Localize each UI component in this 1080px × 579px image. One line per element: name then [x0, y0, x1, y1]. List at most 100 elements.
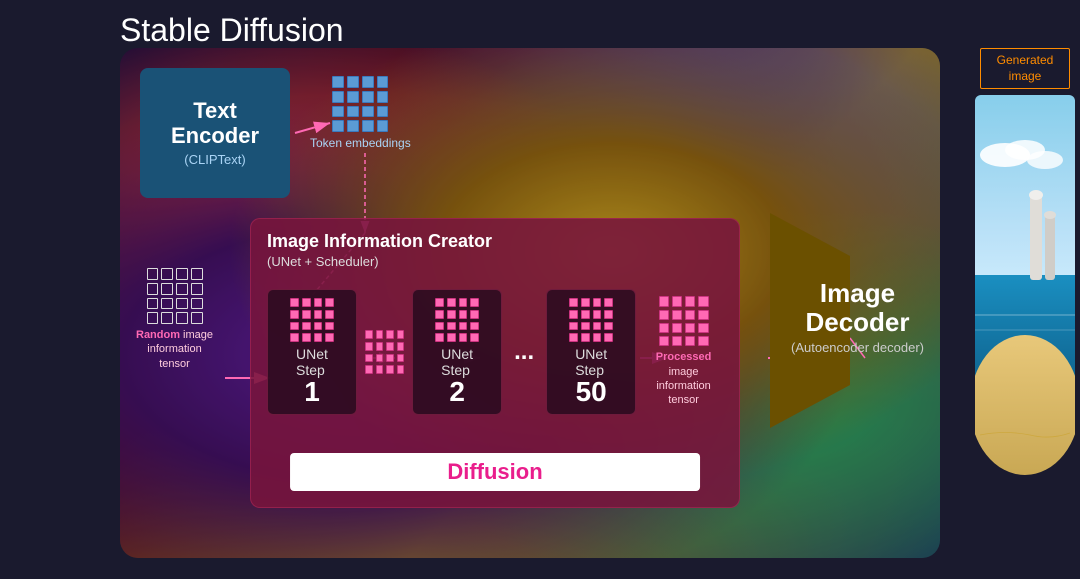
grid-cell	[147, 298, 159, 310]
grid-cell	[302, 322, 311, 331]
image-info-title: Image Information Creator	[251, 219, 739, 254]
grid-cell	[672, 310, 682, 320]
grid-cell	[302, 310, 311, 319]
grid-cell	[698, 323, 708, 333]
grid-cell	[397, 354, 405, 363]
grid-cell	[302, 298, 311, 307]
unet-step-1-num: 1	[304, 378, 320, 406]
grid-cell	[659, 296, 669, 306]
grid-cell	[191, 298, 203, 310]
grid-cell	[362, 76, 374, 88]
grid-cell	[161, 268, 173, 280]
grid-cell	[435, 322, 444, 331]
grid-cell	[314, 333, 323, 342]
grid-cell	[672, 296, 682, 306]
grid-cell	[685, 323, 695, 333]
grid-cell	[459, 333, 468, 342]
random-tensor-label: Random imageinformationtensor	[136, 328, 213, 371]
grid-cell	[569, 298, 578, 307]
grid-cell	[290, 310, 299, 319]
grid-cell	[459, 310, 468, 319]
generated-image	[975, 95, 1075, 475]
grid-cell	[314, 310, 323, 319]
generated-image-panel: Generated image	[970, 48, 1080, 475]
grid-cell	[604, 322, 613, 331]
grid-cell	[386, 342, 394, 351]
grid-cell	[659, 323, 669, 333]
page-title: Stable Diffusion	[120, 12, 344, 49]
grid-cell	[147, 268, 159, 280]
grid-cell	[376, 330, 384, 339]
grid-cell	[659, 336, 669, 346]
unet-step-2-num: 2	[449, 378, 465, 406]
grid-cell	[161, 312, 173, 324]
unet-step-2-label: UNetStep	[441, 346, 473, 378]
grid-cell	[581, 333, 590, 342]
grid-cell	[147, 283, 159, 295]
text-encoder-block: TextEncoder (CLIPText)	[140, 68, 290, 198]
grid-cell	[325, 322, 334, 331]
image-decoder-subtitle: (Autoencoder decoder)	[791, 340, 924, 357]
grid-cell	[377, 91, 389, 103]
grid-cell	[332, 120, 344, 132]
dots-separator: ...	[510, 338, 538, 366]
grid-cell	[569, 310, 578, 319]
processed-highlight: Processed	[656, 351, 712, 363]
grid-cell	[470, 333, 479, 342]
grid-cell	[698, 310, 708, 320]
grid-cell	[325, 298, 334, 307]
grid-cell	[698, 296, 708, 306]
grid-cell	[377, 120, 389, 132]
grid-cell	[459, 322, 468, 331]
grid-cell	[347, 120, 359, 132]
image-decoder-block: ImageDecoder (Autoencoder decoder)	[785, 208, 930, 428]
grid-cell	[698, 336, 708, 346]
grid-cell	[386, 330, 394, 339]
grid-cell	[397, 342, 405, 351]
grid-cell	[347, 91, 359, 103]
text-encoder-title: TextEncoder	[171, 99, 259, 147]
grid-cell	[593, 333, 602, 342]
grid-cell	[314, 322, 323, 331]
grid-cell	[685, 336, 695, 346]
unet-step-50-grid	[569, 298, 613, 342]
grid-cell	[593, 298, 602, 307]
unet-step-2-grid	[435, 298, 479, 342]
grid-cell	[314, 298, 323, 307]
grid-cell	[376, 354, 384, 363]
grid-cell	[191, 283, 203, 295]
grid-cell	[290, 298, 299, 307]
grid-cell	[435, 333, 444, 342]
grid-cell	[470, 298, 479, 307]
grid-cell	[685, 296, 695, 306]
grid-cell	[435, 298, 444, 307]
token-embed-label: Token embeddings	[310, 136, 411, 150]
image-info-creator: Image Information Creator (UNet + Schedu…	[250, 218, 740, 508]
grid-cell	[325, 333, 334, 342]
grid-cell	[447, 333, 456, 342]
grid-cell	[470, 310, 479, 319]
grid-cell	[459, 298, 468, 307]
generated-image-label: Generated image	[980, 48, 1070, 89]
grid-cell	[176, 298, 188, 310]
grid-cell	[176, 312, 188, 324]
unet-step-1: UNetStep 1	[267, 289, 357, 415]
grid-cell	[581, 322, 590, 331]
image-info-subtitle: (UNet + Scheduler)	[251, 254, 739, 277]
random-tensor-grid	[147, 268, 203, 324]
grid-cell	[604, 333, 613, 342]
unet-step-2: UNetStep 2	[412, 289, 502, 415]
image-decoder-title: ImageDecoder	[805, 279, 909, 336]
random-tensor-area: Random imageinformationtensor	[136, 268, 213, 371]
grid-cell	[377, 76, 389, 88]
diffusion-label-area: Diffusion	[290, 453, 700, 491]
grid-cell	[386, 354, 394, 363]
grid-cell	[377, 106, 389, 118]
grid-cell	[362, 120, 374, 132]
grid-cell	[365, 354, 373, 363]
grid-cell	[435, 310, 444, 319]
grid-cell	[332, 91, 344, 103]
unet-step-1-label: UNetStep	[296, 346, 328, 378]
text-encoder-subtitle: (CLIPText)	[184, 152, 245, 167]
grid-cell	[569, 322, 578, 331]
